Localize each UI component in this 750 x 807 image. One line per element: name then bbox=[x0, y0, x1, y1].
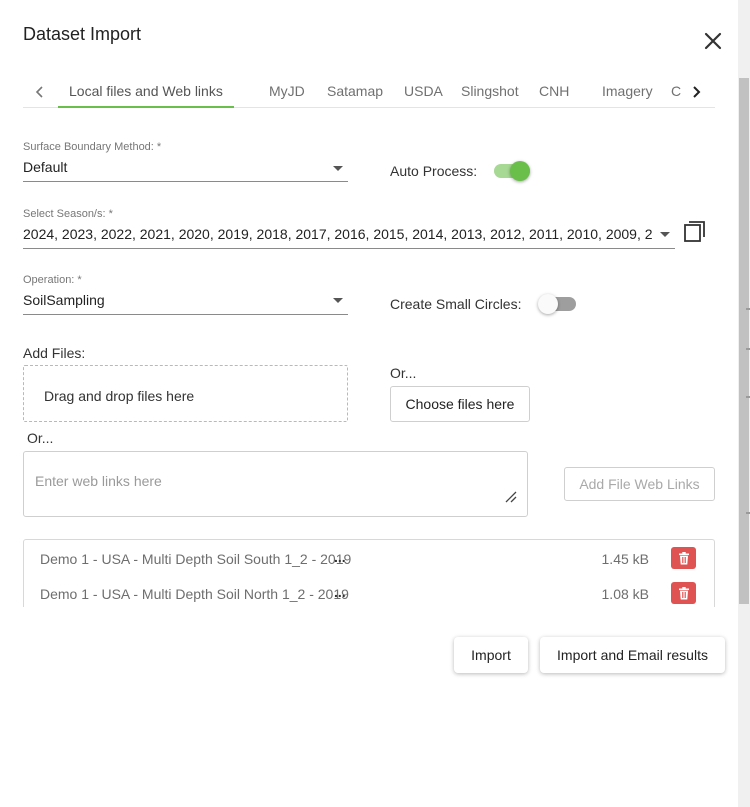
dialog-title: Dataset Import bbox=[23, 24, 142, 44]
copy-icon[interactable] bbox=[683, 219, 707, 243]
page-edge-mark bbox=[746, 308, 750, 310]
import-email-button[interactable]: Import and Email results bbox=[540, 637, 725, 673]
tab-scroll-right-button[interactable] bbox=[683, 80, 709, 104]
file-name: Demo 1 - USA - Multi Depth Soil North 1_… bbox=[40, 586, 352, 602]
file-name-ellipsis: ... bbox=[334, 549, 346, 565]
trash-icon bbox=[678, 551, 689, 564]
surface-boundary-label: Surface Boundary Method: * bbox=[23, 141, 162, 153]
dropdown-arrow-icon[interactable] bbox=[660, 232, 670, 237]
add-web-links-button[interactable]: Add File Web Links bbox=[564, 467, 715, 501]
dropdown-arrow-icon[interactable] bbox=[333, 166, 343, 171]
file-name-ellipsis: ... bbox=[334, 584, 346, 600]
tab-cotto[interactable]: Cotto bbox=[660, 76, 681, 108]
tab-imagery[interactable]: Imagery bbox=[591, 76, 664, 108]
file-row: Demo 1 - USA - Multi Depth Soil South 1_… bbox=[24, 541, 714, 575]
add-files-label: Add Files: bbox=[23, 345, 86, 361]
page-edge-mark bbox=[746, 512, 750, 514]
field-underline bbox=[23, 248, 675, 249]
toggle-thumb[interactable] bbox=[510, 161, 530, 181]
toggle-thumb[interactable] bbox=[538, 294, 558, 314]
weblinks-placeholder: Enter web links here bbox=[35, 473, 162, 489]
scrollbar-thumb[interactable] bbox=[739, 78, 749, 604]
tab-scroll-left-button[interactable] bbox=[27, 80, 53, 104]
page-edge-mark bbox=[746, 396, 750, 398]
tab-usda[interactable]: USDA bbox=[393, 76, 454, 108]
operation-label: Operation: * bbox=[23, 274, 82, 286]
tab-strip: Local files and Web links MyJD Satamap USDA… bbox=[58, 76, 681, 108]
auto-process-label: Auto Process: bbox=[390, 163, 478, 179]
tab-slingshot[interactable]: Slingshot bbox=[450, 76, 530, 108]
file-name: Demo 1 - USA - Multi Depth Soil South 1_… bbox=[40, 551, 352, 567]
dropzone-text: Drag and drop files here bbox=[44, 388, 195, 404]
seasons-label: Select Season/s: * bbox=[23, 208, 113, 220]
file-dropzone[interactable]: Drag and drop files here bbox=[23, 365, 348, 422]
file-list: Demo 1 - USA - Multi Depth Soil South 1_… bbox=[23, 539, 715, 607]
small-circles-label: Create Small Circles: bbox=[390, 296, 522, 312]
close-icon[interactable] bbox=[700, 28, 726, 54]
dataset-import-dialog: Dataset Import Local files and Web links… bbox=[0, 0, 750, 807]
tab-cnh[interactable]: CNH bbox=[528, 76, 580, 108]
resize-grip-icon[interactable] bbox=[504, 490, 518, 504]
source-tabs: Local files and Web links MyJD Satamap USDA… bbox=[23, 76, 715, 108]
field-underline bbox=[23, 314, 348, 315]
import-button[interactable]: Import bbox=[454, 637, 528, 673]
or-text: Or... bbox=[27, 430, 54, 446]
file-size: 1.08 kB bbox=[601, 586, 649, 602]
dropdown-arrow-icon[interactable] bbox=[333, 298, 343, 303]
operation-select[interactable]: SoilSampling bbox=[23, 292, 323, 308]
chevron-right-icon bbox=[693, 86, 701, 98]
page-edge-mark bbox=[746, 348, 750, 350]
choose-files-button[interactable]: Choose files here bbox=[390, 386, 530, 422]
tab-local-files-and-web-links[interactable]: Local files and Web links bbox=[58, 76, 234, 108]
weblinks-input[interactable]: Enter web links here bbox=[23, 451, 528, 517]
file-size: 1.45 kB bbox=[601, 551, 649, 567]
delete-file-button[interactable] bbox=[671, 582, 696, 604]
seasons-select[interactable]: 2024, 2023, 2022, 2021, 2020, 2019, 2018… bbox=[23, 226, 653, 242]
surface-boundary-select[interactable]: Default bbox=[23, 159, 323, 175]
field-underline bbox=[23, 181, 348, 182]
tab-satamap[interactable]: Satamap bbox=[316, 76, 394, 108]
or-text: Or... bbox=[390, 365, 417, 381]
file-row: Demo 1 - USA - Multi Depth Soil North 1_… bbox=[24, 576, 714, 607]
delete-file-button[interactable] bbox=[671, 547, 696, 569]
trash-icon bbox=[678, 586, 689, 599]
tab-myjd[interactable]: MyJD bbox=[258, 76, 316, 108]
chevron-left-icon bbox=[35, 86, 43, 98]
